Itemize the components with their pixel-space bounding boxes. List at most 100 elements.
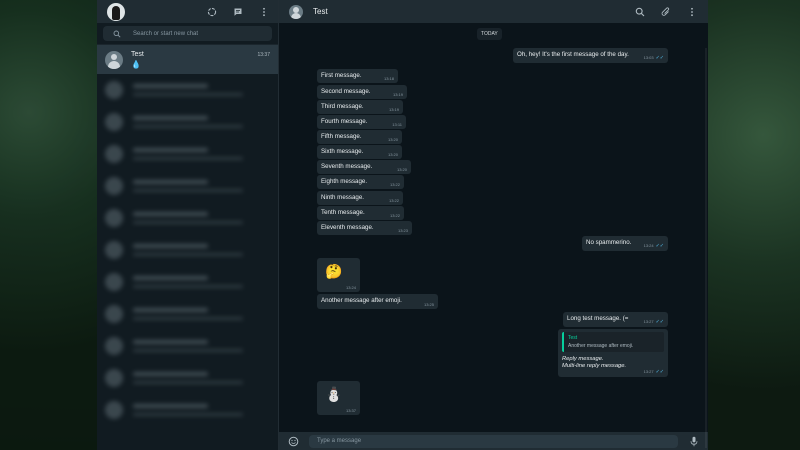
message-text: Eleventh message. <box>321 224 374 231</box>
read-receipt-icon: ✓✓ <box>655 55 664 61</box>
message-bubble-incoming[interactable]: First message. 13:18 <box>317 69 398 83</box>
message-time: 13:19 <box>392 92 403 97</box>
message-text: Third message. <box>321 103 364 110</box>
quoted-message[interactable]: Test Another message after emoji. <box>562 332 664 352</box>
sidebar-header <box>97 0 278 23</box>
emoji-message-incoming[interactable]: 🤔 13:24 <box>317 258 360 292</box>
message-text: Seventh message. <box>321 163 373 170</box>
message-time: 13:22 <box>388 198 399 203</box>
message-input[interactable]: Type a message <box>309 434 678 448</box>
message-text: Second message. <box>321 88 371 95</box>
message-bubble-incoming[interactable]: Ninth message. 13:22 <box>317 191 403 205</box>
reply-line-1: Reply message. <box>562 356 604 362</box>
search-placeholder: Search or start new chat <box>133 30 199 37</box>
date-divider: TODAY <box>477 28 502 40</box>
message-input-placeholder: Type a message <box>317 438 362 444</box>
message-text: Fifth message. <box>321 133 362 140</box>
message-text: Tenth message. <box>321 209 365 216</box>
my-avatar[interactable] <box>107 2 125 21</box>
message-bubble-incoming[interactable]: Eleventh message. 13:23 <box>317 221 412 235</box>
search-icon <box>113 30 121 38</box>
message-text: Sixth message. <box>321 148 364 155</box>
message-time: 13:20 <box>387 152 398 157</box>
list-item[interactable] <box>97 330 278 362</box>
blurred-background-left <box>0 0 97 450</box>
microphone-icon[interactable] <box>688 435 700 447</box>
message-text: Fourth message. <box>321 118 368 125</box>
menu-kebab-icon[interactable] <box>258 6 270 18</box>
message-time: 13:18 <box>383 76 394 81</box>
message-bubble-incoming[interactable]: Eighth message. 13:22 <box>317 175 404 189</box>
list-item[interactable] <box>97 362 278 394</box>
search-bar: Search or start new chat <box>97 23 278 45</box>
search-icon[interactable] <box>634 6 646 18</box>
message-bubble-incoming[interactable]: Tenth message. 13:22 <box>317 206 404 220</box>
message-time: 13:23 <box>397 228 408 233</box>
conversation-title[interactable]: Test <box>313 7 328 16</box>
reply-message-outgoing[interactable]: Test Another message after emoji. Reply … <box>558 329 668 377</box>
quoted-author: Test <box>568 335 578 341</box>
read-receipt-icon: ✓✓ <box>655 369 664 375</box>
quoted-text: Another message after emoji. <box>568 343 634 349</box>
emoji-picker-icon[interactable] <box>287 435 299 447</box>
list-item[interactable] <box>97 298 278 330</box>
new-chat-icon[interactable] <box>232 6 244 18</box>
attach-icon[interactable] <box>660 6 672 18</box>
message-time: 13:25 <box>423 302 434 307</box>
read-receipt-icon: ✓✓ <box>655 243 664 249</box>
message-text: Another message after emoji. <box>321 297 402 304</box>
message-time: 13:37 <box>345 408 356 413</box>
read-receipt-icon: ✓✓ <box>655 319 664 325</box>
message-time: 13:22 <box>389 213 400 218</box>
message-time: 13:11 <box>392 122 402 127</box>
message-bubble-outgoing[interactable]: Long test message. (= 13:27 ✓✓ <box>563 312 668 327</box>
list-item[interactable] <box>97 74 278 106</box>
chat-name: Test <box>131 50 144 58</box>
message-time: 13:19 <box>388 107 399 112</box>
emoji-message-incoming[interactable]: ⛄ 13:37 <box>317 381 360 415</box>
contact-avatar <box>105 50 123 69</box>
message-bubble-incoming[interactable]: Second message. 13:19 <box>317 85 407 99</box>
message-text: Long test message. (= <box>567 315 629 322</box>
list-item[interactable] <box>97 138 278 170</box>
message-bubble-outgoing[interactable]: Oh, hey! It's the first message of the d… <box>513 48 668 63</box>
conversation-header: Test <box>279 0 708 23</box>
message-time: 13:22 <box>389 182 400 187</box>
message-time: 13:24 <box>345 285 356 290</box>
message-time: 13:27 <box>643 319 654 324</box>
list-item[interactable] <box>97 202 278 234</box>
search-input[interactable]: Search or start new chat <box>103 26 272 41</box>
chat-time: 13:37 <box>257 52 270 58</box>
message-time: 13:03 <box>643 55 654 60</box>
list-item[interactable] <box>97 394 278 426</box>
contact-avatar[interactable] <box>289 4 303 19</box>
message-bubble-incoming[interactable]: Seventh message. 13:20 <box>317 160 411 174</box>
message-list[interactable]: TODAY Oh, hey! It's the first message of… <box>279 23 708 448</box>
composer-bar: Type a message <box>279 432 708 450</box>
blurred-background-right <box>708 0 800 450</box>
status-icon[interactable] <box>206 6 218 18</box>
message-bubble-outgoing[interactable]: No spammerino. 13:24 ✓✓ <box>582 236 668 251</box>
chat-list-item-test[interactable]: Test 💧 13:37 <box>97 45 278 74</box>
message-bubble-incoming[interactable]: Fourth message. 13:11 <box>317 115 406 129</box>
blurred-chat-list <box>97 74 278 450</box>
message-text: No spammerino. <box>586 239 632 246</box>
thinking-face-emoji: 🤔 <box>325 263 343 279</box>
message-bubble-incoming[interactable]: Third message. 13:19 <box>317 100 403 114</box>
message-time: 13:20 <box>396 167 407 172</box>
message-bubble-incoming[interactable]: Another message after emoji. 13:25 <box>317 294 438 309</box>
message-scrollbar[interactable] <box>705 48 707 448</box>
list-item[interactable] <box>97 234 278 266</box>
chat-app-window: Search or start new chat Test 💧 13:37 Te… <box>97 0 708 450</box>
list-item[interactable] <box>97 266 278 298</box>
message-bubble-incoming[interactable]: Fifth message. 13:20 <box>317 130 402 144</box>
list-item[interactable] <box>97 106 278 138</box>
message-time: 13:24 <box>643 243 654 248</box>
message-time: 13:27 <box>643 369 654 374</box>
menu-kebab-icon[interactable] <box>686 6 698 18</box>
message-bubble-incoming[interactable]: Sixth message. 13:20 <box>317 145 402 159</box>
message-text: First message. <box>321 72 362 79</box>
message-time: 13:20 <box>387 137 398 142</box>
message-text: Oh, hey! It's the first message of the d… <box>517 51 629 58</box>
list-item[interactable] <box>97 170 278 202</box>
